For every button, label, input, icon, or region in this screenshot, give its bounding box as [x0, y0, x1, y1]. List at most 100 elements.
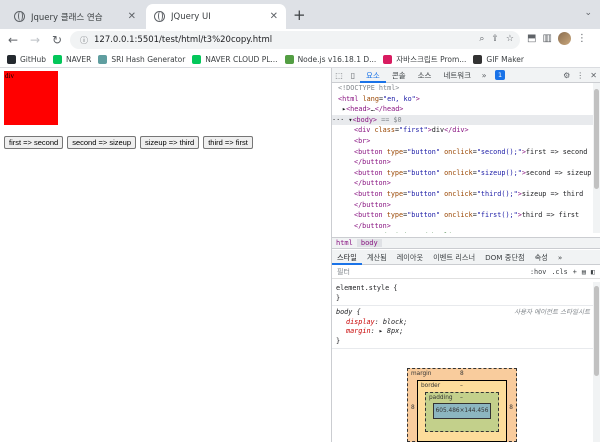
more-tabs-icon[interactable]: »: [553, 250, 567, 265]
more-tabs-icon[interactable]: »: [477, 71, 491, 80]
chevron-down-icon[interactable]: ⌄: [584, 8, 592, 18]
bookmark-item[interactable]: GitHub: [7, 54, 46, 64]
dom-node-line[interactable]: <!-- Code injected by live-server -->: [332, 231, 594, 233]
box-model-content[interactable]: 605.486×144.456: [433, 403, 491, 419]
bookmark-icon: [192, 54, 202, 64]
styles-tabs: 스타일 계산됨 레이아웃 이벤트 리스너 DOM 중단점 속성»: [332, 250, 600, 265]
star-icon[interactable]: ☆: [506, 34, 514, 44]
bookmark-icon: [383, 54, 393, 64]
devtools-panel: ⬚ ▯ 요소 콘솔 소스 네트워크 » 1 ⚙ ⋮ ✕ <!DOCTYPE ht…: [331, 68, 600, 442]
styles-filter-bar: 필터 :hov .cls + ▤ ◧: [332, 265, 600, 279]
scrollbar[interactable]: [593, 282, 600, 442]
box-model-margin[interactable]: margin 8 8 8 border – padding – 605.486×…: [407, 368, 517, 442]
tab-sources[interactable]: 소스: [412, 68, 438, 83]
rule-close: }: [336, 336, 341, 345]
menu-icon[interactable]: ⋮: [577, 33, 587, 44]
bookmarks-bar: GitHub NAVER SRI Hash Generator NAVER CLOUD…: [0, 51, 600, 68]
bookmark-label: GitHub: [20, 54, 46, 64]
reload-button[interactable]: ↻: [48, 33, 66, 47]
styles-subtab[interactable]: DOM 중단점: [480, 250, 530, 265]
tab-console[interactable]: 콘솔: [386, 68, 412, 83]
crumb-html[interactable]: html: [332, 239, 357, 247]
cls-toggle[interactable]: .cls: [551, 268, 567, 276]
zoom-icon[interactable]: ⌕: [479, 34, 484, 44]
rule-body[interactable]: body { 사용자 에이전트 스타일시트 display: block; ma…: [332, 306, 594, 349]
forward-button[interactable]: →: [26, 33, 44, 47]
dom-node-line[interactable]: <!DOCTYPE html>: [332, 83, 594, 94]
dom-node-line[interactable]: </button>: [332, 178, 594, 189]
margin-top-value: 8: [460, 371, 464, 377]
bookmark-item[interactable]: Node.js v16.18.1 D...: [284, 54, 377, 64]
second-sizeup-button[interactable]: second => sizeup: [67, 136, 136, 149]
bookmark-item[interactable]: NAVER: [53, 54, 91, 64]
dom-node-line[interactable]: <button type="button" onclick="first();"…: [332, 210, 594, 221]
styles-subtab[interactable]: 속성: [530, 250, 553, 265]
share-icon[interactable]: ⇪: [491, 34, 499, 44]
third-first-button[interactable]: third => first: [203, 136, 253, 149]
dom-node-line[interactable]: </button>: [332, 157, 594, 168]
red-box: div: [4, 71, 58, 125]
prop-name: margin: [346, 327, 371, 335]
paint-icon[interactable]: ▤: [582, 268, 586, 276]
new-tab-button[interactable]: +: [293, 6, 306, 24]
box-model-border[interactable]: border – padding – 605.486×144.456: [417, 380, 507, 442]
scrollbar[interactable]: [593, 83, 600, 233]
tab-network[interactable]: 네트워크: [437, 68, 477, 83]
breadcrumb: html body: [332, 237, 600, 249]
extensions-icon[interactable]: ⬒: [527, 33, 536, 44]
styles-subtab[interactable]: 레이아웃: [392, 250, 428, 265]
dom-node-line[interactable]: <br>: [332, 136, 594, 147]
browser-window: Jquery 클래스 연습 ✕ JQuery UI ✕ + ⌄ ← → ↻ ⓘ …: [0, 0, 600, 442]
bookmark-item[interactable]: 자바스크립트 Prom...: [383, 54, 466, 65]
bookmark-label: Node.js v16.18.1 D...: [297, 54, 377, 64]
bookmark-item[interactable]: GIF Maker: [473, 54, 524, 64]
box-model-padding[interactable]: padding – 605.486×144.456: [425, 392, 499, 432]
close-icon[interactable]: ✕: [270, 11, 278, 22]
add-rule-button[interactable]: +: [573, 268, 577, 276]
dom-node-line[interactable]: <button type="button" onclick="sizeup();…: [332, 168, 594, 179]
tab-jquery-ui[interactable]: JQuery UI ✕: [146, 4, 286, 29]
bookmark-icon: [284, 54, 294, 64]
sizeup-third-button[interactable]: sizeup => third: [140, 136, 200, 149]
dom-node-line[interactable]: <div class="first">div</div>: [332, 125, 594, 136]
margin-left-value: 8: [411, 405, 415, 411]
styles-subtab[interactable]: 이벤트 리스너: [428, 250, 480, 265]
close-icon[interactable]: ✕: [128, 11, 136, 22]
crumb-body[interactable]: body: [356, 239, 382, 247]
bookmark-item[interactable]: SRI Hash Generator: [98, 54, 185, 64]
dom-node-line[interactable]: <button type="button" onclick="second();…: [332, 147, 594, 158]
dom-node-line[interactable]: <button type="button" onclick="third();"…: [332, 189, 594, 200]
filter-input[interactable]: 필터: [332, 267, 350, 277]
rule-source[interactable]: 사용자 에이전트 스타일시트: [514, 308, 590, 318]
menu-icon[interactable]: ⋮: [576, 71, 584, 80]
first-second-button[interactable]: first => second: [4, 136, 64, 149]
rule-selector: element.style {: [336, 284, 398, 292]
issues-badge[interactable]: 1: [495, 70, 506, 80]
sidepanel-icon[interactable]: ▥: [542, 33, 551, 44]
dom-node-line[interactable]: ··· ▾<body> == $0: [332, 114, 594, 126]
back-button[interactable]: ←: [4, 33, 22, 47]
inspect-icon[interactable]: ⬚: [332, 71, 346, 80]
dom-node-line[interactable]: </button>: [332, 200, 594, 211]
info-icon[interactable]: ⓘ: [80, 35, 88, 46]
tab-strip: Jquery 클래스 연습 ✕ JQuery UI ✕ + ⌄: [0, 0, 600, 29]
toolbar: ← → ↻ ⓘ 127.0.0.1:5501/test/html/t3%20co…: [0, 29, 600, 51]
styles-subtab[interactable]: 스타일: [332, 250, 362, 265]
elements-tree[interactable]: <!DOCTYPE html> <html lang="en, ko"> ▸<hea…: [332, 83, 594, 233]
sidebar-toggle-icon[interactable]: ◧: [591, 268, 595, 276]
dom-node-line[interactable]: </button>: [332, 221, 594, 232]
avatar[interactable]: [557, 32, 571, 45]
tab-jquery-class[interactable]: Jquery 클래스 연습 ✕: [6, 4, 144, 29]
address-bar[interactable]: ⓘ 127.0.0.1:5501/test/html/t3%20copy.htm…: [70, 31, 520, 49]
gear-icon[interactable]: ⚙: [563, 71, 570, 80]
bookmark-item[interactable]: NAVER CLOUD PL...: [192, 54, 278, 64]
hov-toggle[interactable]: :hov: [530, 268, 546, 276]
dom-node-line[interactable]: <html lang="en, ko">: [332, 94, 594, 105]
device-icon[interactable]: ▯: [346, 71, 360, 80]
dom-node-line[interactable]: ▸<head>…</head>: [332, 104, 594, 115]
rule-element-style[interactable]: element.style { }: [332, 282, 594, 306]
styles-subtab[interactable]: 계산됨: [362, 250, 392, 265]
close-icon[interactable]: ✕: [590, 71, 597, 80]
tab-elements[interactable]: 요소: [360, 68, 386, 83]
border-value: –: [460, 383, 463, 389]
